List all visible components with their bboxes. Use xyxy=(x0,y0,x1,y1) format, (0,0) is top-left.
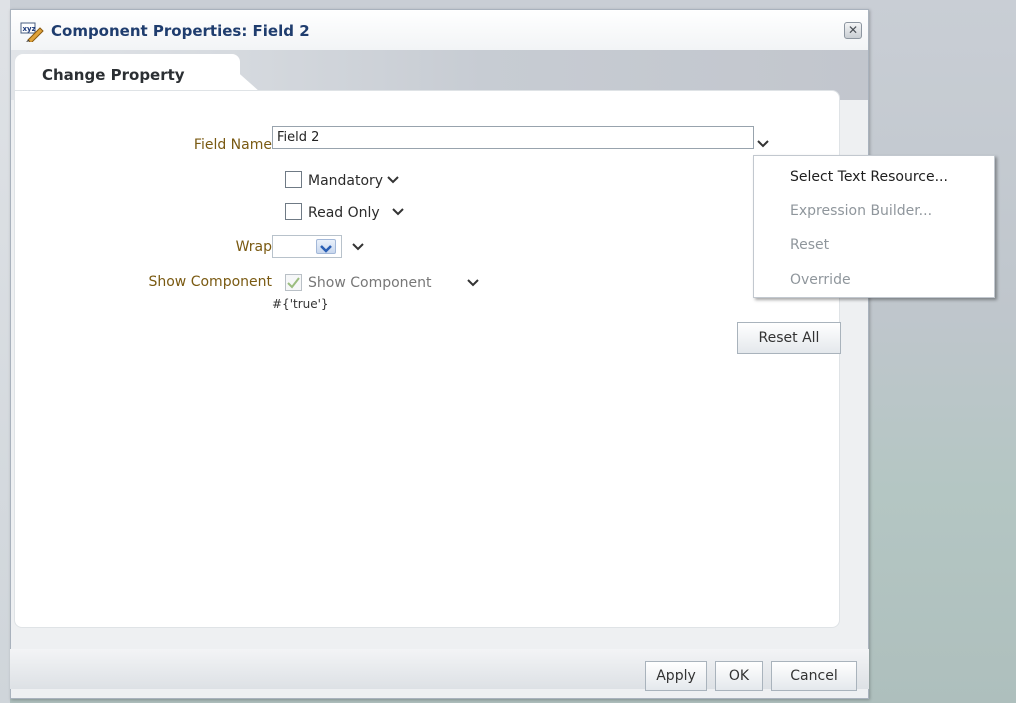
reset-all-button[interactable]: Reset All xyxy=(737,322,841,354)
close-button[interactable]: ✕ xyxy=(844,22,862,39)
chevron-down-icon xyxy=(316,239,336,254)
properties-edit-icon: xyz xyxy=(20,22,44,44)
background-edge xyxy=(0,0,10,703)
svg-text:xyz: xyz xyxy=(23,25,36,33)
show-component-checkbox[interactable] xyxy=(285,274,302,291)
wrap-label: Wrap xyxy=(235,239,272,255)
mandatory-label: Mandatory xyxy=(308,173,384,189)
chevron-down-icon[interactable] xyxy=(757,140,769,148)
chevron-down-icon[interactable] xyxy=(392,208,404,216)
read-only-label: Read Only xyxy=(308,205,380,221)
show-component-checkbox-label: Show Component xyxy=(308,275,432,291)
ok-button[interactable]: OK xyxy=(715,661,763,691)
checkmark-icon xyxy=(287,277,300,289)
property-context-menu: Select Text Resource... Expression Build… xyxy=(753,155,995,298)
read-only-checkbox[interactable] xyxy=(285,203,302,220)
field-name-input[interactable] xyxy=(272,126,754,149)
tab-change-property-label: Change Property xyxy=(42,66,185,84)
menu-item-expression-builder: Expression Builder... xyxy=(790,203,933,219)
dialog-titlebar: xyz Component Properties: Field 2 ✕ xyxy=(11,10,868,50)
chevron-down-icon[interactable] xyxy=(467,279,479,287)
properties-panel xyxy=(14,90,840,628)
apply-button[interactable]: Apply xyxy=(645,661,707,691)
show-component-label: Show Component xyxy=(148,274,272,290)
close-icon: ✕ xyxy=(847,23,859,37)
menu-item-reset: Reset xyxy=(790,237,830,253)
show-component-expression: #{'true'} xyxy=(272,297,329,311)
menu-item-select-text-resource[interactable]: Select Text Resource... xyxy=(790,169,948,185)
field-name-label: Field Name xyxy=(193,137,272,153)
mandatory-checkbox[interactable] xyxy=(285,171,302,188)
chevron-down-icon[interactable] xyxy=(352,243,364,251)
chevron-down-icon[interactable] xyxy=(387,176,399,184)
wrap-select[interactable] xyxy=(272,235,342,258)
dialog-title: Component Properties: Field 2 xyxy=(51,22,310,40)
cancel-button[interactable]: Cancel xyxy=(771,661,857,691)
menu-item-override: Override xyxy=(790,272,851,288)
